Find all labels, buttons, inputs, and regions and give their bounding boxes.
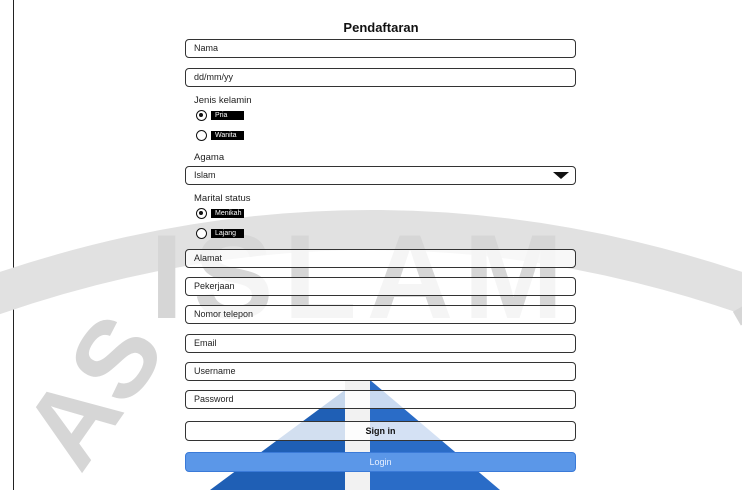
login-button[interactable]: Login xyxy=(185,452,576,472)
gender-label: Jenis kelamin xyxy=(194,95,252,106)
marital-radio-menikah[interactable] xyxy=(196,208,207,219)
sign-in-button[interactable]: Sign in xyxy=(185,421,576,441)
marital-option-lajang[interactable]: Lajang xyxy=(211,229,244,238)
nama-input[interactable]: Nama xyxy=(185,39,576,58)
registration-form: Pendaftaran Nama dd/mm/yy Jenis kelamin … xyxy=(0,0,742,490)
page-title: Pendaftaran xyxy=(343,20,419,35)
email-input[interactable]: Email xyxy=(185,334,576,353)
gender-option-wanita[interactable]: Wanita xyxy=(211,131,244,140)
alamat-input[interactable]: Alamat xyxy=(185,249,576,268)
date-input[interactable]: dd/mm/yy xyxy=(185,68,576,87)
password-input[interactable]: Password xyxy=(185,390,576,409)
username-input[interactable]: Username xyxy=(185,362,576,381)
agama-label: Agama xyxy=(194,152,225,163)
gender-option-pria[interactable]: Pria xyxy=(211,111,244,120)
pekerjaan-input[interactable]: Pekerjaan xyxy=(185,277,576,296)
agama-select[interactable]: Islam xyxy=(185,166,576,185)
marital-label: Marital status xyxy=(194,193,251,204)
gender-radio-pria[interactable] xyxy=(196,110,207,121)
telepon-input[interactable]: Nomor telepon xyxy=(185,305,576,324)
agama-select-value: Islam xyxy=(194,170,216,180)
marital-option-menikah[interactable]: Menikah xyxy=(211,209,244,218)
chevron-down-icon[interactable] xyxy=(553,172,569,179)
gender-radio-wanita[interactable] xyxy=(196,130,207,141)
marital-radio-lajang[interactable] xyxy=(196,228,207,239)
